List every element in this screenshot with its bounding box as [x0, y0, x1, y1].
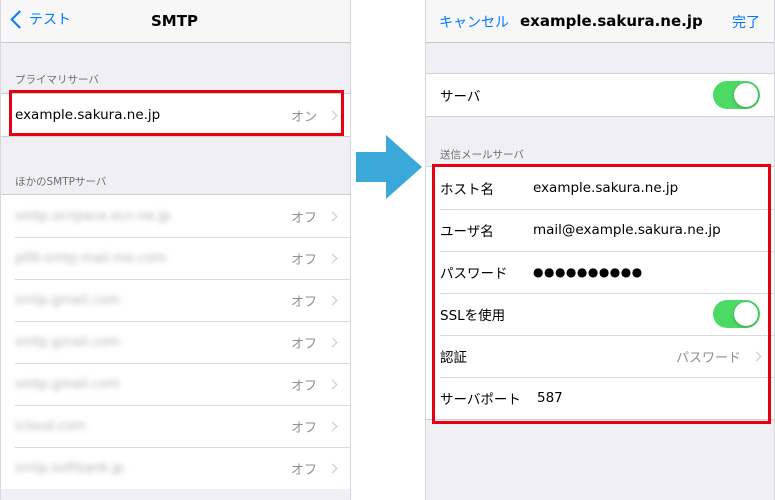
other-server-host: p06-smtp.mail.me.com	[15, 250, 166, 266]
server-detail-screen: キャンセル example.sakura.ne.jp 完了 サーバ 送信メールサ…	[425, 0, 775, 500]
nav-bar: テスト SMTP	[1, 0, 350, 43]
smtp-list-screen: テスト SMTP プライマリサーバ example.sakura.ne.jp オ…	[0, 0, 351, 500]
back-button[interactable]: テスト	[7, 9, 71, 29]
page-title: example.sakura.ne.jp	[520, 12, 703, 30]
chevron-right-icon	[327, 379, 338, 389]
cancel-button[interactable]: キャンセル	[439, 12, 509, 32]
other-server-status-wrap: オフ	[290, 207, 338, 226]
port-field[interactable]: 587	[537, 390, 563, 406]
other-server-status: オフ	[290, 462, 317, 478]
password-field[interactable]: ●●●●●●●●●●	[533, 265, 643, 279]
outgoing-server-header: 送信メールサーバ	[440, 149, 524, 161]
chevron-right-icon	[327, 211, 338, 221]
host-row[interactable]: ホスト名 example.sakura.ne.jp	[426, 167, 774, 209]
primary-server-status-wrap: オン	[290, 106, 338, 125]
chevron-right-icon	[327, 110, 338, 120]
username-field[interactable]: mail@example.sakura.ne.jp	[533, 222, 721, 238]
username-row[interactable]: ユーザ名 mail@example.sakura.ne.jp	[426, 209, 774, 251]
other-server-row[interactable]: smtp.gmail.com オフ	[1, 321, 350, 363]
other-server-host: smtp.gmail.com	[15, 376, 120, 392]
other-server-status-wrap: オフ	[290, 291, 338, 310]
chevron-right-icon	[327, 463, 338, 473]
port-label: サーバポート	[440, 392, 521, 408]
auth-value-wrap: パスワード	[675, 347, 762, 366]
other-server-status: オフ	[290, 378, 317, 394]
other-server-row[interactable]: smtp.softbank.jp オフ	[1, 447, 350, 489]
ssl-row: SSLを使用	[426, 293, 774, 335]
other-servers-header: ほかのSMTPサーバ	[15, 176, 107, 188]
other-server-row[interactable]: p06-smtp.mail.me.com オフ	[1, 237, 350, 279]
chevron-right-icon	[751, 351, 762, 361]
other-server-row[interactable]: smtp.gmail.com オフ	[1, 363, 350, 405]
back-label: テスト	[29, 12, 71, 28]
outgoing-server-group: ホスト名 example.sakura.ne.jp ユーザ名 mail@exam…	[426, 166, 774, 420]
toggle-knob	[734, 83, 758, 107]
other-server-row[interactable]: smtp.ocnpace.ocn.ne.jp オフ	[1, 195, 350, 237]
other-server-status-wrap: オフ	[290, 459, 338, 478]
port-row[interactable]: サーバポート 587	[426, 377, 774, 419]
other-server-status-wrap: オフ	[290, 249, 338, 268]
other-server-status-wrap: オフ	[290, 333, 338, 352]
other-servers-group: smtp.ocnpace.ocn.ne.jp オフ p06-smtp.mail.…	[1, 194, 350, 489]
primary-server-group: example.sakura.ne.jp オン	[1, 93, 350, 137]
chevron-right-icon	[327, 337, 338, 347]
other-server-status: オフ	[290, 252, 317, 268]
chevron-right-icon	[327, 421, 338, 431]
primary-server-host: example.sakura.ne.jp	[15, 107, 161, 123]
server-row: サーバ	[426, 74, 774, 116]
other-server-host: icloud.com	[15, 418, 86, 434]
nav-bar: キャンセル example.sakura.ne.jp 完了	[426, 0, 774, 43]
server-toggle[interactable]	[713, 81, 760, 109]
other-server-status: オフ	[290, 420, 317, 436]
primary-server-row[interactable]: example.sakura.ne.jp オン	[1, 94, 350, 136]
other-server-status: オフ	[290, 336, 317, 352]
primary-server-status: オン	[290, 109, 317, 125]
done-button[interactable]: 完了	[732, 12, 760, 32]
other-server-host: smtp.softbank.jp	[15, 460, 125, 476]
arrow-right-icon	[356, 135, 422, 199]
other-server-status: オフ	[290, 294, 317, 310]
auth-value: パスワード	[675, 350, 741, 366]
chevron-right-icon	[327, 295, 338, 305]
password-label: パスワード	[440, 266, 508, 282]
toggle-knob	[734, 302, 758, 326]
chevron-left-icon	[10, 9, 29, 29]
server-toggle-group: サーバ	[426, 73, 774, 117]
other-server-host: smtp.ocnpace.ocn.ne.jp	[15, 208, 171, 224]
password-row[interactable]: パスワード ●●●●●●●●●●	[426, 251, 774, 293]
other-server-status: オフ	[290, 210, 317, 226]
username-label: ユーザ名	[440, 224, 494, 240]
page-title: SMTP	[151, 12, 198, 30]
host-field[interactable]: example.sakura.ne.jp	[533, 180, 678, 196]
other-server-row[interactable]: icloud.com オフ	[1, 405, 350, 447]
host-label: ホスト名	[440, 182, 494, 198]
server-label: サーバ	[440, 89, 481, 105]
ssl-label: SSLを使用	[440, 308, 506, 324]
primary-server-header: プライマリサーバ	[15, 74, 99, 86]
other-server-status-wrap: オフ	[290, 417, 338, 436]
auth-row[interactable]: 認証 パスワード	[426, 335, 774, 377]
other-server-host: smtp.gmail.com	[15, 292, 120, 308]
ssl-toggle[interactable]	[713, 300, 760, 328]
other-server-row[interactable]: smtp.gmail.com オフ	[1, 279, 350, 321]
chevron-right-icon	[327, 253, 338, 263]
other-server-status-wrap: オフ	[290, 375, 338, 394]
other-server-host: smtp.gmail.com	[15, 334, 120, 350]
auth-label: 認証	[440, 350, 467, 366]
